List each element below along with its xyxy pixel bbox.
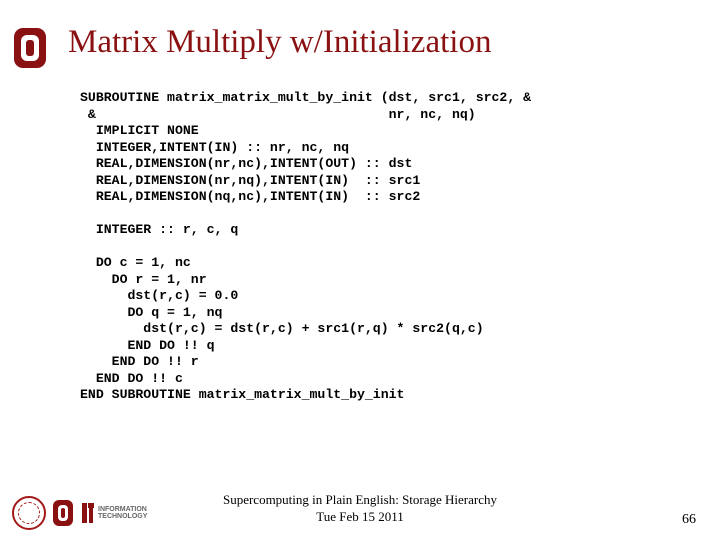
it-text-line2: TECHNOLOGY: [98, 513, 147, 520]
it-icon: [80, 501, 96, 525]
it-text: INFORMATION TECHNOLOGY: [98, 506, 147, 520]
oscer-seal-icon: [12, 496, 46, 530]
page-number: 66: [682, 512, 696, 528]
footer-logos: INFORMATION TECHNOLOGY: [12, 496, 147, 530]
it-text-line1: INFORMATION: [98, 506, 147, 513]
slide-title: Matrix Multiply w/Initialization: [68, 24, 700, 61]
ou-logo: [12, 26, 48, 70]
code-listing: SUBROUTINE matrix_matrix_mult_by_init (d…: [80, 90, 680, 404]
it-logo: INFORMATION TECHNOLOGY: [80, 501, 147, 525]
ou-logo-small-icon: [52, 499, 74, 527]
